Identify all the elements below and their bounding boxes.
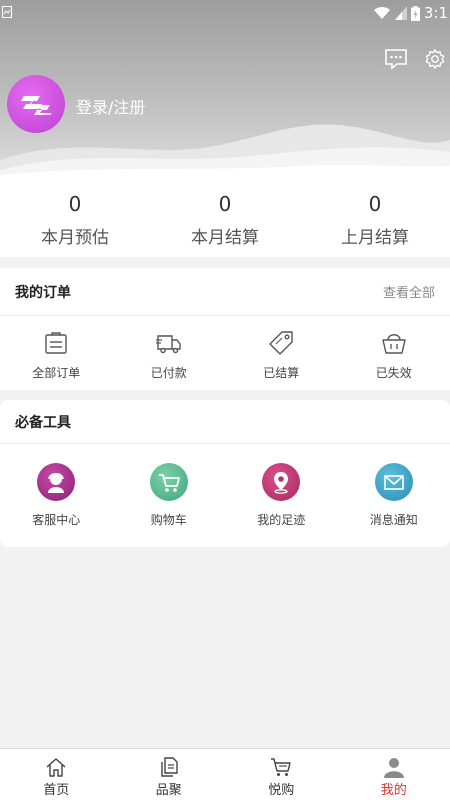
stat-label: 本月预估 <box>41 228 109 248</box>
app-logo-icon <box>21 96 52 115</box>
header-wave-decoration <box>0 124 450 175</box>
tools-list: 客服中心 购物车 我的足迹 消息通知 <box>0 444 450 528</box>
order-item-label: 已付款 <box>150 366 187 380</box>
settings-icon[interactable] <box>423 48 447 70</box>
order-item-label: 全部订单 <box>32 366 81 380</box>
tools-title: 必备工具 <box>15 414 71 431</box>
tab-yuegou[interactable]: 悦购 <box>225 749 338 800</box>
status-bar: 3:1 <box>0 0 450 26</box>
my-orders-card: 我的订单 查看全部 全部订单 已付款 已结算 已失效 <box>0 268 450 390</box>
stat-value: 0 <box>218 192 232 216</box>
tab-label: 首页 <box>43 783 70 798</box>
location-pin-icon <box>262 463 301 501</box>
order-item-label: 已失效 <box>375 366 412 380</box>
stat-value: 0 <box>368 192 382 216</box>
files-icon <box>161 757 178 777</box>
profile-header: 3:1 登录/注册 <box>0 0 450 175</box>
orders-title: 我的订单 <box>15 284 71 301</box>
tab-label: 我的 <box>380 783 407 798</box>
tab-label: 品聚 <box>155 783 182 798</box>
notification-icon <box>2 6 12 18</box>
tool-label: 购物车 <box>150 513 187 527</box>
avatar[interactable] <box>7 75 65 133</box>
wifi-icon <box>373 6 390 19</box>
login-register-link[interactable]: 登录/注册 <box>76 94 145 118</box>
signal-icon <box>394 6 407 20</box>
tools-header: 必备工具 <box>0 400 450 444</box>
orders-header: 我的订单 查看全部 <box>0 268 450 316</box>
tab-home[interactable]: 首页 <box>0 749 113 800</box>
message-icon[interactable] <box>384 48 408 70</box>
envelope-icon <box>374 463 413 501</box>
cart-icon <box>271 758 291 776</box>
cart-icon <box>149 463 188 501</box>
tool-shopping-cart[interactable]: 购物车 <box>113 444 226 528</box>
order-item-expired[interactable]: 已失效 <box>338 316 450 381</box>
tool-customer-service[interactable]: 客服中心 <box>0 444 113 528</box>
tool-my-footprints[interactable]: 我的足迹 <box>225 444 338 528</box>
stat-label: 本月结算 <box>191 228 259 248</box>
clipboard-icon <box>45 332 67 354</box>
tool-label: 我的足迹 <box>257 513 306 527</box>
essential-tools-card: 必备工具 客服中心 购物车 我的足迹 消息通知 <box>0 400 450 547</box>
order-status-list: 全部订单 已付款 已结算 已失效 <box>0 316 450 381</box>
home-icon <box>46 758 66 777</box>
battery-icon <box>410 5 420 21</box>
stat-label: 上月结算 <box>341 228 409 248</box>
stat-value: 0 <box>68 192 82 216</box>
order-item-settled[interactable]: 已结算 <box>225 316 338 381</box>
status-time: 3:1 <box>423 4 448 22</box>
tab-mine[interactable]: 我的 <box>338 749 450 800</box>
stat-month-estimate[interactable]: 0 本月预估 <box>0 175 150 257</box>
tab-label: 悦购 <box>268 783 295 798</box>
stat-last-month-settled[interactable]: 0 上月结算 <box>300 175 450 257</box>
tool-message-notifications[interactable]: 消息通知 <box>338 444 450 528</box>
view-all-orders-link[interactable]: 查看全部 <box>383 282 435 301</box>
stat-month-settled[interactable]: 0 本月结算 <box>150 175 300 257</box>
order-item-all[interactable]: 全部订单 <box>0 316 113 381</box>
tab-pinju[interactable]: 品聚 <box>113 749 226 800</box>
tag-icon <box>269 331 293 355</box>
bottom-tab-bar: 首页 品聚 悦购 我的 <box>0 748 450 800</box>
tool-label: 客服中心 <box>32 513 81 527</box>
customer-service-icon <box>37 463 76 501</box>
truck-icon <box>155 335 181 354</box>
user-icon <box>383 758 404 778</box>
earnings-summary: 0 本月预估 0 本月结算 0 上月结算 <box>0 175 450 257</box>
order-item-label: 已结算 <box>263 366 300 380</box>
order-item-paid[interactable]: 已付款 <box>113 316 226 381</box>
basket-icon <box>382 334 406 354</box>
tool-label: 消息通知 <box>369 513 418 527</box>
